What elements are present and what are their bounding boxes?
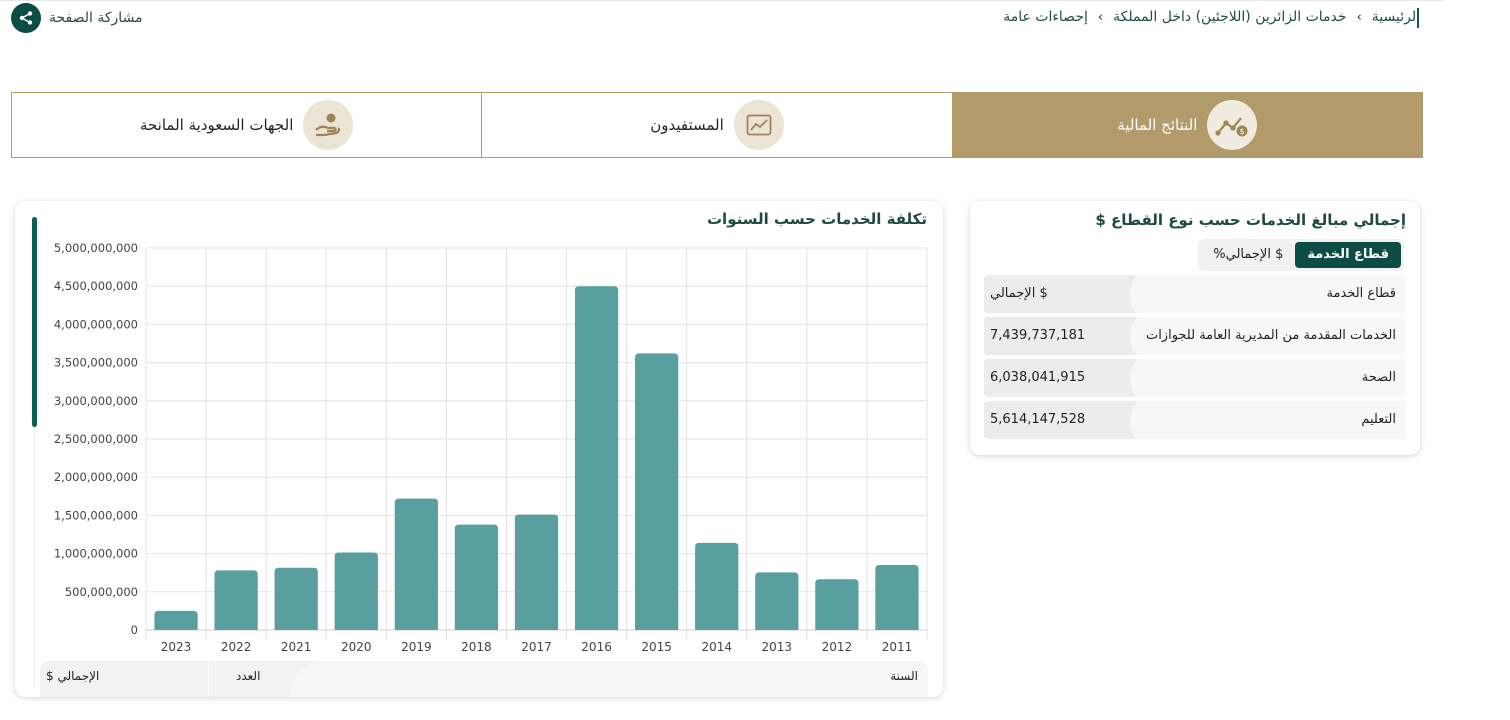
breadcrumb-home-link[interactable]: الرئيسية xyxy=(1372,9,1420,25)
bar-2020 xyxy=(334,552,378,630)
x-tick-label: 2017 xyxy=(521,640,552,654)
tab-label: الجهات السعودية المانحة xyxy=(139,116,294,134)
bar-2023 xyxy=(154,610,198,630)
line-chart-icon xyxy=(733,100,784,150)
table-row: التعليم 5,614,147,528 xyxy=(984,401,1406,439)
table-row: الصحة 6,038,041,915 xyxy=(984,359,1406,397)
sector-totals-card: إجمالي مبالغ الخدمات حسب نوع القطاع $ قط… xyxy=(970,201,1420,455)
bar-2022 xyxy=(214,570,258,630)
tab-beneficiaries[interactable]: المستفيدون xyxy=(481,92,952,158)
y-tick-label: 2,500,000,000 xyxy=(54,432,138,446)
bar-2012 xyxy=(815,579,859,630)
x-tick-label: 2012 xyxy=(822,640,853,654)
chevron-left-icon: ‹ xyxy=(1097,9,1104,25)
y-tick-label: 1,000,000,000 xyxy=(54,547,138,561)
x-tick-label: 2011 xyxy=(882,640,913,654)
x-tick-label: 2020 xyxy=(341,640,372,654)
x-tick-label: 2018 xyxy=(461,640,492,654)
bar-2021 xyxy=(274,567,318,630)
donation-hand-icon xyxy=(303,100,354,150)
breadcrumb-current: إحصاءات عامة xyxy=(1003,9,1088,25)
header-count: العدد xyxy=(236,669,261,683)
y-tick-label: 500,000,000 xyxy=(65,585,138,599)
bar-2014 xyxy=(695,542,739,630)
x-tick-label: 2015 xyxy=(641,640,672,654)
bar-2013 xyxy=(755,572,799,630)
header-total: الإجمالي $ xyxy=(46,669,100,683)
x-tick-label: 2016 xyxy=(581,640,612,654)
row-label: الخدمات المقدمة من المديرية العامة للجوا… xyxy=(1145,328,1396,343)
x-tick-label: 2013 xyxy=(762,640,793,654)
row-value: 7,439,737,181 xyxy=(990,328,1086,343)
y-tick-label: 4,000,000,000 xyxy=(54,317,138,331)
bar-2011 xyxy=(875,565,919,630)
tab-label: النتائج المالية xyxy=(1117,116,1198,134)
x-tick-label: 2014 xyxy=(701,640,732,654)
chevron-left-icon: ‹ xyxy=(1356,9,1362,25)
share-page-button[interactable]: مشاركة الصفحة xyxy=(11,3,143,33)
breadcrumb-section-link[interactable]: خدمات الزائرين (اللاجئين) داخل المملكة xyxy=(1113,9,1346,25)
x-tick-label: 2023 xyxy=(161,640,192,654)
bar-2018 xyxy=(454,524,499,630)
vertical-scrollbar[interactable] xyxy=(32,217,37,427)
y-tick-label: 1,500,000,000 xyxy=(54,508,138,522)
chart-title: تكلفة الخدمات حسب السنوات xyxy=(706,210,927,228)
table-header-row: قطاع الخدمة الإجمالي $ xyxy=(984,275,1406,313)
table-row: الخدمات المقدمة من المديرية العامة للجوا… xyxy=(984,317,1406,355)
x-tick-label: 2021 xyxy=(281,640,312,654)
header-sector: قطاع الخدمة xyxy=(1326,286,1396,301)
share-label: مشاركة الصفحة xyxy=(49,10,143,26)
svg-text:$: $ xyxy=(1240,127,1245,136)
toggle-total-option[interactable]: %الإجمالي $ xyxy=(1201,242,1295,268)
y-tick-label: 3,500,000,000 xyxy=(54,356,138,370)
stats-tabs: $ النتائج المالية المستفيدون الجهات السع… xyxy=(11,92,1423,158)
sector-view-toggle: قطاع الخدمة %الإجمالي $ xyxy=(1198,239,1404,271)
tab-saudi-donors[interactable]: الجهات السعودية المانحة xyxy=(11,92,482,158)
bar-2016 xyxy=(574,286,619,630)
row-label: الصحة xyxy=(1361,370,1396,385)
bar-2019 xyxy=(394,498,438,630)
years-table-header: السنة العدد الإجمالي $ xyxy=(40,661,928,697)
y-tick-label: 5,000,000,000 xyxy=(54,241,138,255)
row-label: التعليم xyxy=(1361,412,1396,427)
sector-card-title: إجمالي مبالغ الخدمات حسب نوع القطاع $ xyxy=(1095,211,1406,229)
row-value: 6,038,041,915 xyxy=(990,370,1086,385)
breadcrumb: الرئيسية ‹ خدمات الزائرين (اللاجئين) داخ… xyxy=(1003,6,1420,28)
y-tick-label: 3,000,000,000 xyxy=(54,394,138,408)
financial-trend-icon: $ xyxy=(1207,100,1258,150)
y-tick-label: 0 xyxy=(131,623,138,637)
bar-2015 xyxy=(635,353,679,630)
top-divider xyxy=(0,0,1444,1)
toggle-sector-option[interactable]: قطاع الخدمة xyxy=(1295,242,1401,268)
tab-financial-results[interactable]: $ النتائج المالية xyxy=(951,92,1423,158)
row-value: 5,614,147,528 xyxy=(990,412,1086,427)
bar-2017 xyxy=(514,514,559,630)
header-total: الإجمالي $ xyxy=(990,286,1048,301)
share-icon xyxy=(11,3,41,33)
y-tick-label: 2,000,000,000 xyxy=(54,470,138,484)
x-tick-label: 2019 xyxy=(401,640,432,654)
x-tick-label: 2022 xyxy=(221,640,252,654)
header-year: السنة xyxy=(890,669,918,683)
cost-by-year-chart: 0 500,000,000 1,000,000,000 1,500,000,000 2,… xyxy=(54,241,928,654)
cost-by-year-card: تكلفة الخدمات حسب السنوات 0 500,000,000 1,… xyxy=(15,201,943,697)
y-tick-label: 4,500,000,000 xyxy=(54,279,138,293)
tab-label: المستفيدون xyxy=(650,116,724,134)
